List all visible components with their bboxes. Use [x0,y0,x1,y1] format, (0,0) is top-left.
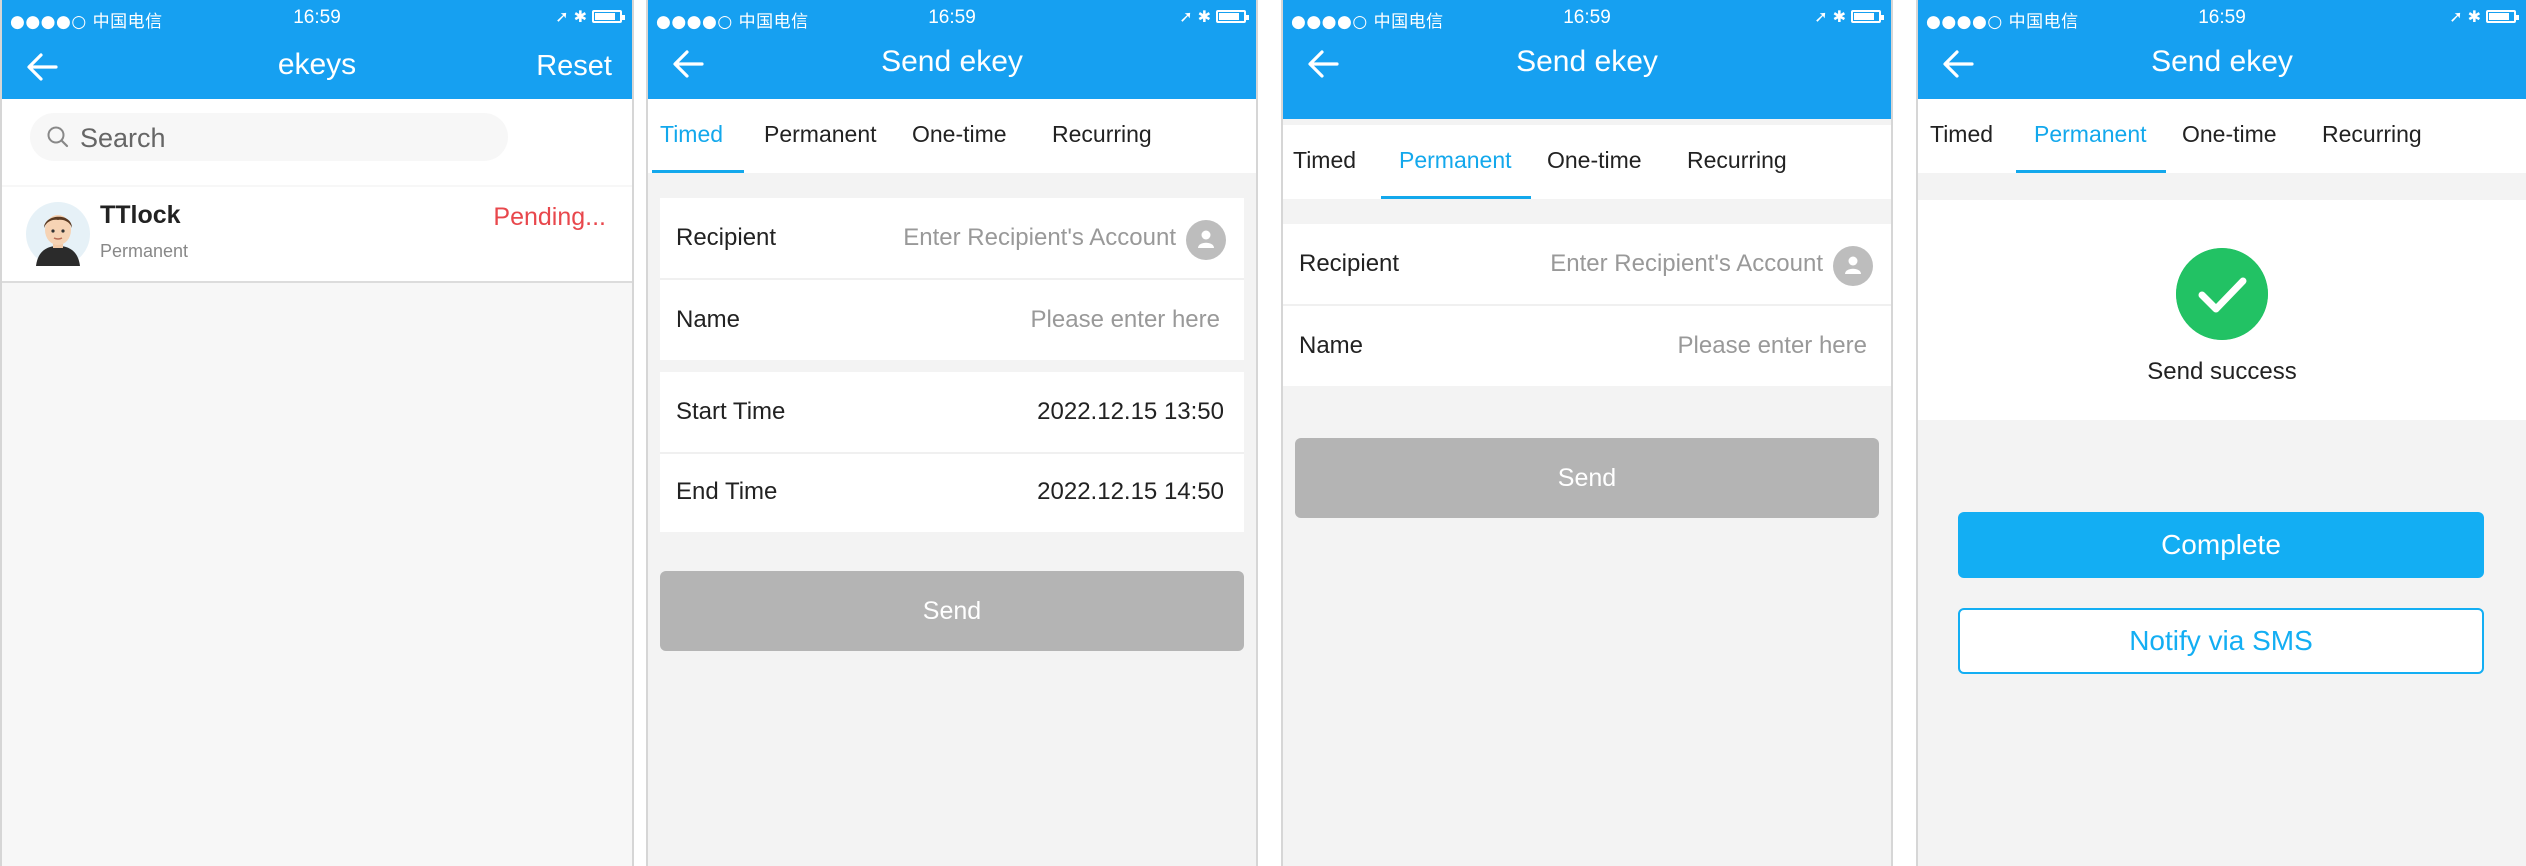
bluetooth-icon: ✱ [1197,7,1211,26]
search-input[interactable]: Search [30,113,508,161]
clock: 16:59 [2198,7,2246,28]
bluetooth-icon: ✱ [2467,7,2481,26]
tab-timed[interactable]: Timed [660,121,723,148]
battery-icon [1216,10,1249,23]
name-label: Name [676,306,741,333]
tab-timed[interactable]: Timed [1930,121,1993,148]
recipient-label: Recipient [1299,250,1400,277]
page-title: Send ekey [1516,45,1658,78]
clock: 16:59 [928,7,976,28]
send-ekey-timed-screen: ●●●●○ 中国电信 16:59 ➚ ✱ Send ekey Timed Per… [646,0,1258,866]
nav-bar: Send ekey [648,34,1256,99]
top-bar: ●●●●○ 中国电信 16:59 ➚ ✱ Send ekey [1283,0,1891,99]
battery-icon [2486,10,2519,23]
start-time-value[interactable]: 2022.12.15 13:50 [1037,398,1224,426]
tab-recurring[interactable]: Recurring [1687,147,1787,174]
key-type: Permanent [100,241,189,261]
start-time-row[interactable]: Start Time 2022.12.15 13:50 [660,372,1244,454]
name-label: Name [1299,332,1364,359]
time-card: Start Time 2022.12.15 13:50 End Time 202… [660,372,1244,532]
nav-bar: Send ekey [1918,34,2526,99]
clock: 16:59 [293,7,341,28]
send-button[interactable]: Send [660,571,1244,651]
status-badge: Pending... [493,203,606,231]
success-check-icon [2176,248,2268,340]
tab-permanent[interactable]: Permanent [2034,121,2147,148]
recipient-row[interactable]: Recipient Enter Recipient's Account [660,198,1244,280]
end-time-value[interactable]: 2022.12.15 14:50 [1037,478,1224,506]
header-strip [1283,99,1891,119]
success-panel: Send success [1918,200,2526,420]
clock: 16:59 [1563,7,1611,28]
name-row[interactable]: Name Please enter here [660,280,1244,360]
location-icon: ➚ [1179,7,1193,26]
tab-permanent[interactable]: Permanent [1399,147,1512,174]
name-field[interactable]: Please enter here [1678,332,1867,360]
active-tab-indicator [2016,170,2166,173]
status-bar: ●●●●○ 中国电信 16:59 ➚ ✱ [648,3,1256,35]
tab-bar: Timed Permanent One-time Recurring [1283,125,1891,199]
active-tab-indicator [652,170,744,173]
tab-one-time[interactable]: One-time [912,121,1007,148]
tab-one-time[interactable]: One-time [1547,147,1642,174]
page-title: Send ekey [881,45,1023,78]
recipient-card: Recipient Enter Recipient's Account Name… [660,198,1244,360]
bluetooth-icon: ✱ [1832,7,1846,26]
tab-bar: Timed Permanent One-time Recurring [648,99,1256,173]
battery-icon [1851,10,1884,23]
reset-button[interactable]: Reset [536,50,612,83]
nav-bar: ekeys Reset [2,34,632,99]
ekeys-screen: ●●●●○ 中国电信 16:59 ➚ ✱ ekeys Reset Search [0,0,634,866]
recipient-field[interactable]: Enter Recipient's Account [1550,250,1823,278]
location-icon: ➚ [1814,7,1828,26]
status-bar: ●●●●○ 中国电信 16:59 ➚ ✱ [1918,3,2526,35]
success-message: Send success [2147,358,2297,385]
tab-recurring[interactable]: Recurring [2322,121,2422,148]
contact-icon[interactable] [1186,220,1226,260]
recipient-field[interactable]: Enter Recipient's Account [903,224,1176,252]
start-time-label: Start Time [676,398,786,425]
search-icon [47,126,69,148]
search-placeholder: Search [80,123,166,153]
tab-recurring[interactable]: Recurring [1052,121,1152,148]
battery-icon [592,10,625,23]
status-bar: ●●●●○ 中国电信 16:59 ➚ ✱ [2,3,632,35]
name-row[interactable]: Name Please enter here [1283,306,1891,386]
top-bar: ●●●●○ 中国电信 16:59 ➚ ✱ Send ekey [648,0,1256,99]
name-field[interactable]: Please enter here [1031,306,1220,334]
recipient-label: Recipient [676,224,777,251]
contact-icon[interactable] [1833,246,1873,286]
list-item[interactable]: TTlock Permanent Pending... [2,187,632,283]
tab-bar: Timed Permanent One-time Recurring [1918,99,2526,173]
send-button[interactable]: Send [1295,438,1879,518]
top-bar: ●●●●○ 中国电信 16:59 ➚ ✱ ekeys Reset [2,0,632,99]
tab-permanent[interactable]: Permanent [764,121,877,148]
location-icon: ➚ [555,7,569,26]
end-time-row[interactable]: End Time 2022.12.15 14:50 [660,452,1244,532]
tab-timed[interactable]: Timed [1293,147,1356,174]
recipient-row[interactable]: Recipient Enter Recipient's Account [1283,224,1891,306]
recipient-card: Recipient Enter Recipient's Account Name… [1283,224,1891,386]
location-icon: ➚ [2449,7,2463,26]
notify-sms-button[interactable]: Notify via SMS [1958,608,2484,674]
key-name: TTlock [100,201,181,229]
avatar [26,202,90,266]
end-time-label: End Time [676,478,778,505]
active-tab-indicator [1381,196,1531,199]
send-success-screen: ●●●●○ 中国电信 16:59 ➚ ✱ Send ekey Timed Per… [1916,0,2526,866]
nav-bar: Send ekey [1283,34,1891,99]
search-area: Search [2,99,632,185]
tab-one-time[interactable]: One-time [2182,121,2277,148]
top-bar: ●●●●○ 中国电信 16:59 ➚ ✱ Send ekey [1918,0,2526,99]
bluetooth-icon: ✱ [573,7,587,26]
send-ekey-permanent-screen: ●●●●○ 中国电信 16:59 ➚ ✱ Send ekey Timed Per… [1281,0,1893,866]
status-bar: ●●●●○ 中国电信 16:59 ➚ ✱ [1283,3,1891,35]
complete-button[interactable]: Complete [1958,512,2484,578]
page-title: Send ekey [2151,45,2293,78]
